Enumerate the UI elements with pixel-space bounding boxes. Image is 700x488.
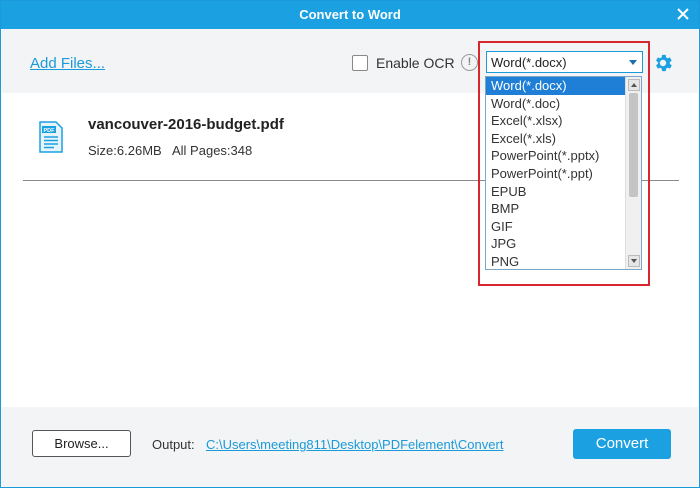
enable-ocr-label: Enable OCR xyxy=(376,55,455,71)
enable-ocr-checkbox[interactable] xyxy=(352,55,368,71)
pdf-icon-text: PDF xyxy=(44,128,56,134)
convert-dialog: Convert to Word Add Files... Enable OCR … xyxy=(0,0,700,488)
format-option-doc[interactable]: Word(*.doc) xyxy=(486,95,627,113)
file-size: Size:6.26MB xyxy=(88,143,162,158)
scroll-down-icon[interactable] xyxy=(628,255,640,267)
file-pages: All Pages:348 xyxy=(172,143,253,158)
format-option-jpg[interactable]: JPG xyxy=(486,235,627,253)
browse-button[interactable]: Browse... xyxy=(32,430,131,457)
file-name: vancouver-2016-budget.pdf xyxy=(88,116,284,133)
output-label: Output: xyxy=(152,437,195,452)
format-option-ppt[interactable]: PowerPoint(*.ppt) xyxy=(486,165,627,183)
footer-bar: Browse... Output: C:\Users\meeting811\De… xyxy=(2,407,698,487)
convert-button[interactable]: Convert xyxy=(573,429,671,459)
scroll-up-icon[interactable] xyxy=(628,79,640,91)
title-bar: Convert to Word xyxy=(1,1,699,29)
dialog-title: Convert to Word xyxy=(299,7,401,22)
gear-icon[interactable] xyxy=(652,52,674,74)
scrollbar-thumb[interactable] xyxy=(629,93,638,197)
output-path-link[interactable]: C:\Users\meeting811\Desktop\PDFelement\C… xyxy=(206,437,503,452)
output-format-dropdown-list[interactable]: Word(*.docx) Word(*.doc) Excel(*.xlsx) E… xyxy=(485,76,642,270)
format-option-epub[interactable]: EPUB xyxy=(486,183,627,201)
format-option-gif[interactable]: GIF xyxy=(486,218,627,236)
format-option-xlsx[interactable]: Excel(*.xlsx) xyxy=(486,112,627,130)
pdf-file-icon: PDF xyxy=(39,121,63,153)
format-option-xls[interactable]: Excel(*.xls) xyxy=(486,130,627,148)
format-option-png[interactable]: PNG xyxy=(486,253,627,271)
info-icon[interactable]: ! xyxy=(461,54,478,71)
format-option-pptx[interactable]: PowerPoint(*.pptx) xyxy=(486,147,627,165)
close-icon[interactable] xyxy=(675,6,691,22)
format-option-docx[interactable]: Word(*.docx) xyxy=(486,77,627,95)
add-files-link[interactable]: Add Files... xyxy=(30,55,105,72)
dropdown-scrollbar[interactable] xyxy=(625,77,641,269)
format-option-bmp[interactable]: BMP xyxy=(486,200,627,218)
